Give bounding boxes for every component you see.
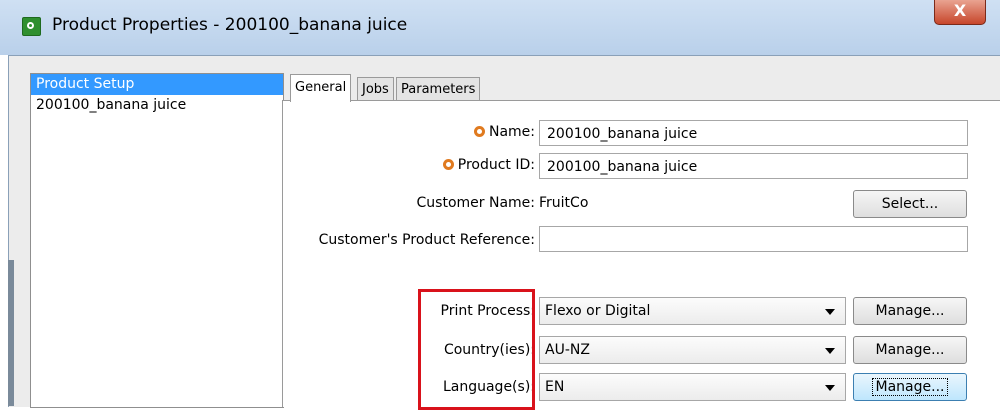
tree-item-product[interactable]: 200100_banana juice [31,95,283,116]
required-icon [473,126,485,137]
product-id-label-text: Product ID: [457,157,535,173]
tab-general[interactable]: General [290,74,352,102]
manage-countries-button[interactable]: Manage... [853,336,967,364]
customer-name-label: Customer Name: [416,195,535,211]
customer-ref-field[interactable] [539,226,968,252]
manage-languages-button[interactable]: Manage... [853,373,967,401]
name-field[interactable]: 200100_banana juice [539,120,968,146]
manage-print-process-button[interactable]: Manage... [853,297,967,325]
highlight-box [418,289,535,410]
tab-jobs[interactable]: Jobs [357,77,394,101]
name-label: Name: [473,124,535,140]
window-edge [8,260,14,406]
title-bar: Product Properties - 200100_banana juice… [0,0,1000,55]
required-icon [442,159,454,170]
chevron-down-icon [825,348,835,354]
name-label-text: Name: [488,124,535,140]
app-icon [22,17,41,36]
tree-item-product-setup[interactable]: Product Setup [31,74,283,95]
countries-value: AU-NZ [545,342,590,358]
customer-ref-label: Customer's Product Reference: [318,232,535,248]
languages-value: EN [545,379,565,395]
countries-dropdown[interactable]: AU-NZ [539,336,846,364]
select-customer-button[interactable]: Select... [853,190,967,218]
window-title: Product Properties - 200100_banana juice [52,15,408,35]
product-id-field[interactable]: 200100_banana juice [539,153,968,179]
customer-name-value: FruitCo [539,195,589,211]
chevron-down-icon [825,385,835,391]
manage-languages-label: Manage... [871,378,949,396]
print-process-value: Flexo or Digital [545,303,651,319]
product-tree[interactable]: Product Setup 200100_banana juice [30,73,284,408]
product-id-label: Product ID: [442,157,535,173]
tab-parameters[interactable]: Parameters [396,77,481,101]
close-button[interactable]: X [934,0,986,25]
print-process-dropdown[interactable]: Flexo or Digital [539,297,846,325]
chevron-down-icon [825,309,835,315]
languages-dropdown[interactable]: EN [539,373,846,401]
